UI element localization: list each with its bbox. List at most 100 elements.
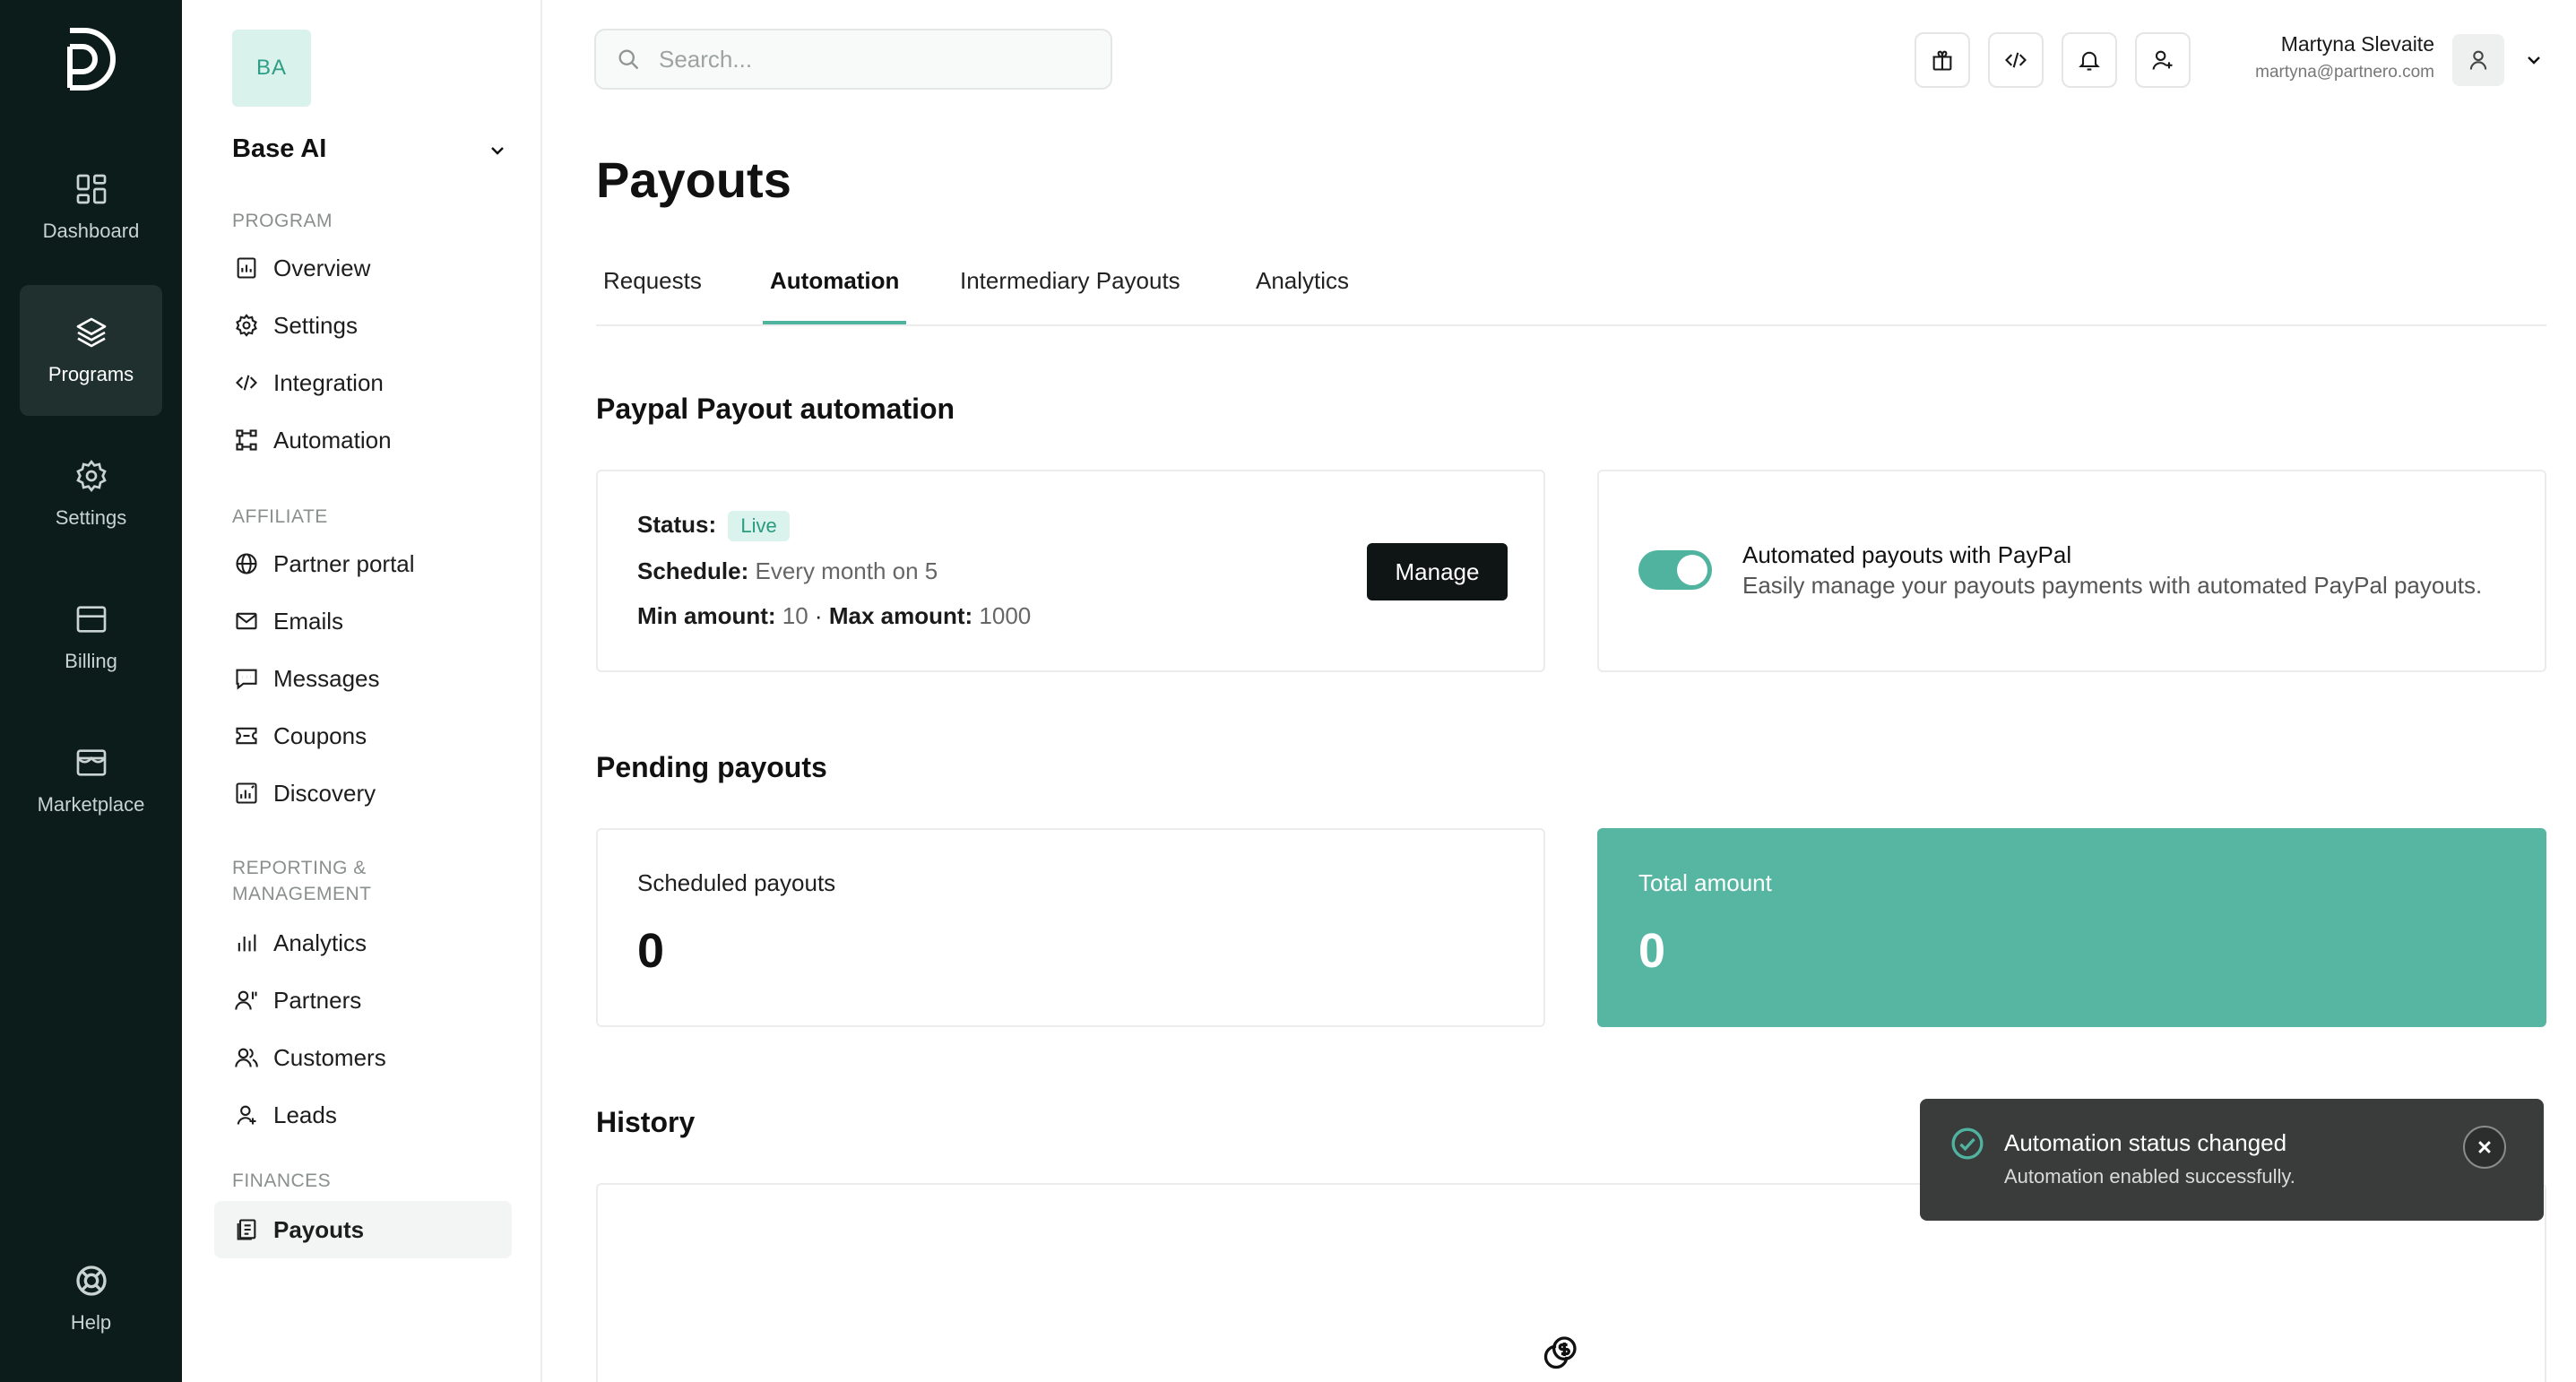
embed-code-button[interactable] — [1988, 32, 2044, 88]
section-title-reporting: REPORTING & — [232, 858, 367, 878]
workflow-icon — [236, 429, 257, 451]
users-icon — [235, 1048, 258, 1067]
rail-item-billing[interactable]: Billing — [20, 572, 162, 703]
sidebar-item-coupons[interactable]: Coupons — [214, 707, 512, 764]
rail-item-marketplace[interactable]: Marketplace — [20, 715, 162, 846]
sidebar-item-leads[interactable]: Leads — [214, 1086, 512, 1144]
toast-notification: Automation status changed Automation ena… — [1920, 1099, 2544, 1221]
rail-item-programs[interactable]: Programs — [20, 285, 162, 416]
billing-icon — [76, 606, 106, 633]
history-heading: History — [596, 1106, 696, 1138]
schedule-label: Schedule: — [637, 557, 749, 584]
sidebar-item-label: Partner portal — [273, 549, 415, 577]
bar-chart-icon — [238, 934, 256, 952]
rail-label: Billing — [65, 650, 117, 672]
search-input[interactable] — [659, 45, 1089, 73]
toggle-title: Automated payouts with PayPal — [1742, 541, 2072, 568]
user-icon — [237, 1105, 256, 1125]
code-icon — [2005, 52, 2027, 68]
rail-label: Programs — [48, 363, 134, 385]
chevron-down-icon[interactable] — [487, 140, 508, 161]
rail-item-settings[interactable]: Settings — [20, 428, 162, 559]
status-label: Status: — [637, 511, 717, 538]
search-box[interactable] — [594, 29, 1112, 90]
sidebar-item-overview[interactable]: Overview — [214, 239, 512, 297]
manage-button[interactable]: Manage — [1367, 543, 1508, 600]
code-icon — [236, 375, 257, 391]
amount-row: Min amount: 10 · Max amount: 1000 — [637, 602, 1031, 630]
app-rail: Dashboard Programs Settings Billing Mark… — [0, 0, 182, 1382]
section-title-reporting-2: MANAGEMENT — [232, 884, 372, 904]
schedule-value: Every month on 5 — [755, 557, 938, 584]
coins-icon — [1543, 1336, 1577, 1369]
sidebar-item-payouts[interactable]: Payouts — [214, 1201, 512, 1258]
total-amount-label: Total amount — [1638, 869, 1772, 896]
ticket-icon — [236, 727, 257, 745]
automation-toggle[interactable] — [1638, 550, 1712, 590]
min-amount-label: Min amount: — [637, 602, 776, 629]
app-logo-icon[interactable] — [65, 25, 117, 93]
user-icon — [2469, 50, 2487, 70]
user-avatar[interactable] — [2452, 34, 2504, 86]
user-plus-icon — [2152, 50, 2173, 70]
tab-requests[interactable]: Requests — [596, 267, 709, 324]
program-sidebar: BA Base AI PROGRAM Overview Settings Int… — [182, 0, 542, 1382]
gear-icon — [75, 460, 107, 492]
scheduled-payouts-card: Scheduled payouts 0 — [596, 828, 1545, 1027]
sidebar-item-emails[interactable]: Emails — [214, 592, 512, 650]
toast-title: Automation status changed — [2004, 1129, 2287, 1156]
sidebar-item-partner-portal[interactable]: Partner portal — [214, 535, 512, 592]
toast-close-button[interactable] — [2463, 1126, 2506, 1169]
pending-payouts-heading: Pending payouts — [596, 751, 827, 783]
sidebar-item-label: Overview — [273, 254, 371, 281]
gift-button[interactable] — [1915, 32, 1970, 88]
scheduled-payouts-value: 0 — [637, 924, 665, 978]
section-title-finances: FINANCES — [232, 1170, 332, 1191]
sidebar-item-label: Leads — [273, 1101, 337, 1128]
close-icon — [2478, 1141, 2491, 1153]
sidebar-item-label: Discovery — [273, 779, 376, 807]
max-amount-label: Max amount: — [828, 602, 973, 629]
chevron-down-icon[interactable] — [2523, 49, 2545, 71]
total-amount-card: Total amount 0 — [1597, 828, 2546, 1027]
toast-message: Automation enabled successfully. — [2004, 1165, 2295, 1188]
payouts-icon — [237, 1219, 256, 1240]
invite-user-button[interactable] — [2135, 32, 2191, 88]
sidebar-item-partners[interactable]: Partners — [214, 972, 512, 1029]
sidebar-item-discovery[interactable]: Discovery — [214, 764, 512, 822]
rail-item-dashboard[interactable]: Dashboard — [20, 142, 162, 272]
layers-icon — [76, 317, 106, 348]
sidebar-item-customers[interactable]: Customers — [214, 1029, 512, 1086]
rail-label: Settings — [55, 506, 127, 529]
sidebar-item-label: Analytics — [273, 929, 367, 956]
tabs: Requests Automation Intermediary Payouts… — [596, 260, 2546, 326]
page-title: Payouts — [596, 151, 791, 208]
sidebar-item-messages[interactable]: Messages — [214, 650, 512, 707]
search-icon — [618, 49, 639, 70]
sidebar-item-automation[interactable]: Automation — [214, 411, 512, 469]
sidebar-item-settings[interactable]: Settings — [214, 297, 512, 354]
gift-icon — [1932, 50, 1952, 71]
lifebuoy-icon — [75, 1265, 107, 1296]
status-row: Status: Live — [637, 511, 790, 541]
sidebar-item-label: Coupons — [273, 721, 367, 749]
automation-details-card: Status: Live Schedule: Every month on 5 … — [596, 470, 1545, 672]
tab-automation[interactable]: Automation — [763, 267, 907, 324]
sidebar-item-integration[interactable]: Integration — [214, 354, 512, 411]
user-email: martyna@partnero.com — [2255, 63, 2434, 82]
tab-intermediary-payouts[interactable]: Intermediary Payouts — [953, 267, 1188, 324]
amount-separator: · — [814, 602, 823, 629]
section-title-program: PROGRAM — [232, 211, 333, 231]
org-switcher-name[interactable]: Base AI — [232, 134, 326, 164]
tab-analytics[interactable]: Analytics — [1249, 267, 1356, 324]
sidebar-item-label: Partners — [273, 986, 362, 1014]
rail-label: Marketplace — [37, 793, 145, 816]
status-badge: Live — [728, 511, 790, 541]
rail-label: Help — [70, 1311, 112, 1334]
rail-label: Dashboard — [42, 220, 140, 242]
check-circle-icon — [1951, 1127, 1984, 1160]
rail-item-help[interactable]: Help — [20, 1233, 162, 1364]
notifications-button[interactable] — [2062, 32, 2117, 88]
sidebar-item-analytics[interactable]: Analytics — [214, 914, 512, 972]
toggle-knob — [1677, 555, 1707, 585]
